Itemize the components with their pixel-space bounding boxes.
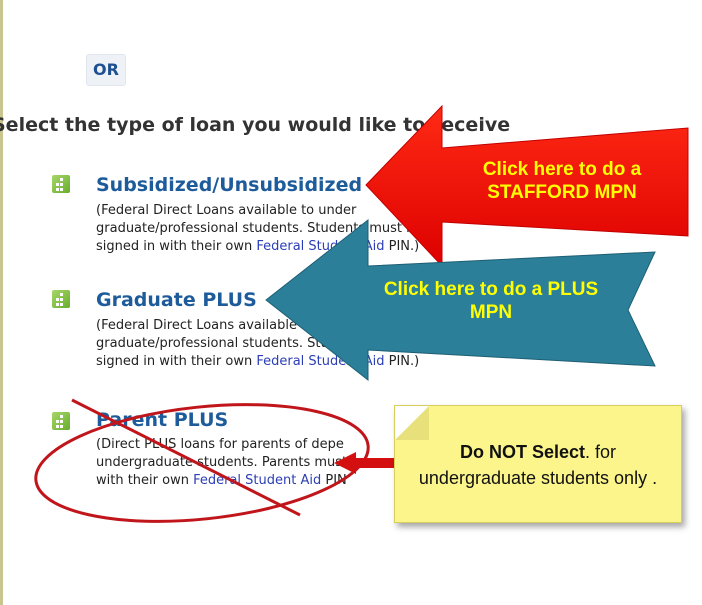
do-not-select-circle [34,403,370,523]
note-text: Do NOT Select. for undergraduate student… [395,439,681,491]
stafford-callout-line1: Click here to do a [482,159,642,180]
note-fold-corner [395,406,429,440]
plus-callout[interactable]: Click here to do a PLUS MPN [356,278,626,324]
do-not-select-slash [71,398,301,517]
note-line2: undergraduate students only . [418,468,658,488]
plus-callout-line1: Click here to do a PLUS [383,279,599,300]
stafford-callout-line2: STAFFORD MPN [487,182,637,203]
stafford-callout[interactable]: Click here to do a STAFFORD MPN [452,158,672,204]
note-line1: Do NOT Select. for [395,439,681,465]
do-not-select-note: Do NOT Select. for undergraduate student… [394,405,682,523]
note-bold-text: Do NOT Select [459,442,585,462]
note-rest-text: . for [585,442,617,462]
plus-callout-line2: MPN [469,302,513,323]
